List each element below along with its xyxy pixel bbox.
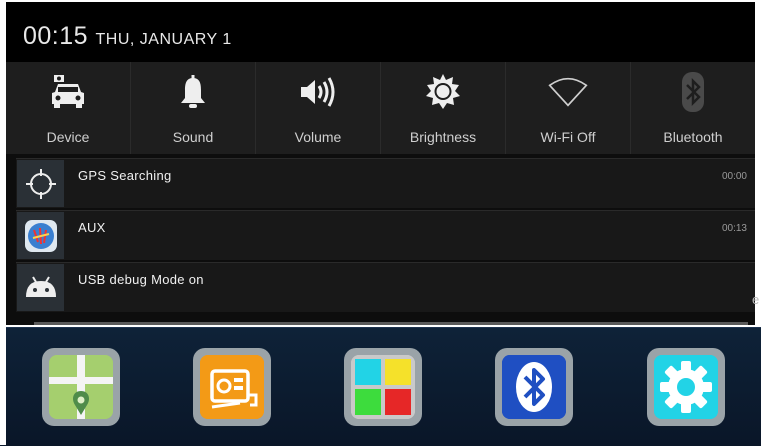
notification-title: GPS Searching <box>78 168 172 183</box>
qs-bluetooth-tile[interactable]: Bluetooth <box>631 62 755 154</box>
aux-app-icon <box>17 212 64 259</box>
status-header: 00:15 THU, JANUARY 1 <box>6 2 755 62</box>
qs-volume-tile[interactable]: Volume <box>256 62 381 154</box>
qs-sound-label: Sound <box>172 129 214 145</box>
apps-grid-button[interactable] <box>344 348 422 426</box>
sun-icon <box>423 74 463 110</box>
bluetooth-app-icon <box>502 355 566 419</box>
app-dock <box>6 327 761 446</box>
radio-app-icon <box>200 355 264 419</box>
qs-wifi-label: Wi-Fi Off <box>540 129 596 145</box>
time-text: 00:15 <box>23 22 89 50</box>
qs-sound-tile[interactable]: Sound <box>131 62 256 154</box>
qs-brightness-tile[interactable]: Brightness <box>381 62 506 154</box>
notification-time: 00:00 <box>721 171 747 182</box>
qs-bluetooth-label: Bluetooth <box>663 129 723 145</box>
radio-app-button[interactable] <box>193 348 271 426</box>
notification-gps[interactable]: GPS Searching 00:00 <box>16 158 755 208</box>
android-icon <box>17 264 64 311</box>
qs-wifi-tile[interactable]: Wi-Fi Off <box>506 62 631 154</box>
bluetooth-icon <box>673 72 713 112</box>
quick-settings-bar: Device Sound Volume Brightness Wi-Fi Off… <box>6 62 755 154</box>
date-text: THU, JANUARY 1 <box>95 31 232 48</box>
settings-app-icon <box>654 355 718 419</box>
notification-title: USB debug Mode on <box>78 272 204 287</box>
car-icon <box>48 74 88 110</box>
speaker-icon <box>298 74 338 110</box>
notification-time: 00:13 <box>721 223 747 234</box>
qs-device-tile[interactable]: Device <box>6 62 131 154</box>
screen: 00:15 THU, JANUARY 1 Device Sound Volume… <box>0 0 761 446</box>
qs-volume-label: Volume <box>294 129 342 145</box>
settings-app-button[interactable] <box>647 348 725 426</box>
maps-app-button[interactable] <box>42 348 120 426</box>
background-text-fragment: e <box>752 292 760 307</box>
bluetooth-app-button[interactable] <box>495 348 573 426</box>
apps-grid-icon <box>351 355 415 419</box>
notification-shade: 00:15 THU, JANUARY 1 Device Sound Volume… <box>6 2 755 325</box>
shade-scrollbar[interactable] <box>34 322 748 325</box>
qs-device-label: Device <box>46 129 90 145</box>
wifi-icon <box>548 74 588 110</box>
notification-usb-debug[interactable]: USB debug Mode on <box>16 262 755 312</box>
gps-crosshair-icon <box>17 160 64 207</box>
notification-title: AUX <box>78 220 106 235</box>
maps-app-icon <box>49 355 113 419</box>
bell-icon <box>173 74 213 110</box>
clock: 00:15 THU, JANUARY 1 <box>23 22 232 51</box>
qs-brightness-label: Brightness <box>409 129 477 145</box>
notification-aux[interactable]: AUX 00:13 <box>16 210 755 260</box>
